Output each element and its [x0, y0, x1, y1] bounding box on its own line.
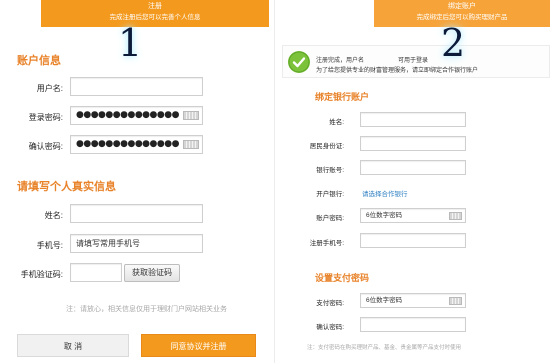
bind-account-panel: 绑定账户 完成绑定后您可以购买理财产品 注册完成，用户名 可用于登录 为了给您提… — [278, 0, 550, 363]
agree-and-register-button[interactable]: 同意协议并注册 — [141, 334, 256, 357]
bank-account-label: 银行账号: — [316, 167, 344, 174]
keyboard-icon[interactable] — [183, 111, 199, 120]
success-message-line1-suffix: 可用于登录 — [398, 58, 429, 64]
pay-password-placeholder: 6位数字密码 — [366, 297, 403, 304]
panel-divider — [274, 0, 275, 363]
confirm-password-input[interactable]: ●●●●●●●●●●●●●● — [70, 135, 203, 154]
bank-account-input[interactable] — [360, 160, 466, 175]
account-password-input[interactable]: 6位数字密码 — [360, 208, 466, 223]
bind-bank-title: 绑定银行账户 — [315, 92, 370, 102]
step1-banner-subtitle: 完成注册后您可以完善个人信息 — [109, 13, 201, 21]
get-code-button[interactable]: 获取验证码 — [124, 264, 180, 282]
name-label: 姓名: — [44, 211, 63, 220]
mobile-placeholder: 请填写常用手机号 — [76, 239, 140, 248]
sms-code-label: 手机验证码: — [20, 270, 63, 279]
cancel-button[interactable]: 取 消 — [17, 334, 129, 357]
confirm-password-value: ●●●●●●●●●●●●●● — [76, 139, 179, 149]
mobile-input[interactable]: 请填写常用手机号 — [70, 234, 203, 253]
bank-name-label: 姓名: — [329, 119, 344, 126]
choose-bank-link[interactable]: 请选择合作银行 — [362, 188, 408, 198]
login-password-input[interactable]: ●●●●●●●●●●●●●● — [70, 106, 203, 125]
keyboard-icon[interactable] — [183, 140, 199, 149]
confirm-pay-password-label: 确认密码: — [316, 324, 344, 331]
confirm-password-label: 确认密码: — [28, 142, 63, 151]
account-password-placeholder: 6位数字密码 — [366, 212, 403, 219]
pay-password-label: 支付密码: — [316, 300, 344, 307]
login-password-value: ●●●●●●●●●●●●●● — [76, 110, 179, 120]
success-message-line2: 为了给您提供专业的财富管理服务，请立即绑定合作银行账户 — [316, 68, 479, 74]
success-message-box: 注册完成，用户名 可用于登录 为了给您提供专业的财富管理服务，请立即绑定合作银行… — [282, 45, 550, 78]
registered-mobile-input[interactable] — [360, 233, 466, 248]
username-label: 用户名: — [36, 84, 63, 93]
step1-number: 1 — [118, 21, 143, 65]
check-icon — [288, 51, 310, 73]
step1-banner-title: 注册 — [148, 2, 162, 10]
registered-mobile-label: 注册手机号: — [309, 240, 344, 247]
keyboard-icon[interactable] — [449, 212, 462, 220]
keyboard-icon[interactable] — [449, 297, 462, 305]
sms-code-input[interactable] — [70, 263, 122, 282]
register-panel: 注册 完成注册后您可以完善个人信息 1 账户信息 用户名: 登录密码: ●●●●… — [0, 0, 272, 363]
username-input[interactable] — [70, 77, 203, 96]
account-password-label: 账户密码: — [316, 215, 344, 222]
step2-banner-title: 绑定账户 — [448, 2, 476, 10]
name-input[interactable] — [70, 204, 203, 223]
bank-name-input[interactable] — [360, 112, 466, 127]
account-section-title: 账户信息 — [17, 55, 61, 67]
mobile-label: 手机号: — [36, 241, 63, 250]
confirm-pay-password-input[interactable] — [360, 317, 466, 332]
pay-password-title: 设置支付密码 — [315, 273, 370, 283]
pay-password-input[interactable]: 6位数字密码 — [360, 293, 466, 308]
id-card-label: 居民身份证: — [309, 143, 344, 150]
id-card-input[interactable] — [360, 136, 466, 151]
login-password-label: 登录密码: — [28, 113, 63, 122]
pay-password-note: 注：支付密码在购买理财产品、基金、贵金属等产品支付时使用 — [307, 345, 462, 351]
real-info-section-title: 请填写个人真实信息 — [17, 181, 116, 193]
privacy-note: 注：请放心，相关信息仅用于理财门户网站相关业务 — [66, 306, 227, 313]
step1-banner: 注册 完成注册后您可以完善个人信息 — [41, 0, 269, 27]
step2-number: 2 — [441, 21, 466, 65]
success-message-line1: 注册完成，用户名 — [316, 58, 365, 64]
open-bank-label: 开户银行: — [316, 191, 344, 198]
